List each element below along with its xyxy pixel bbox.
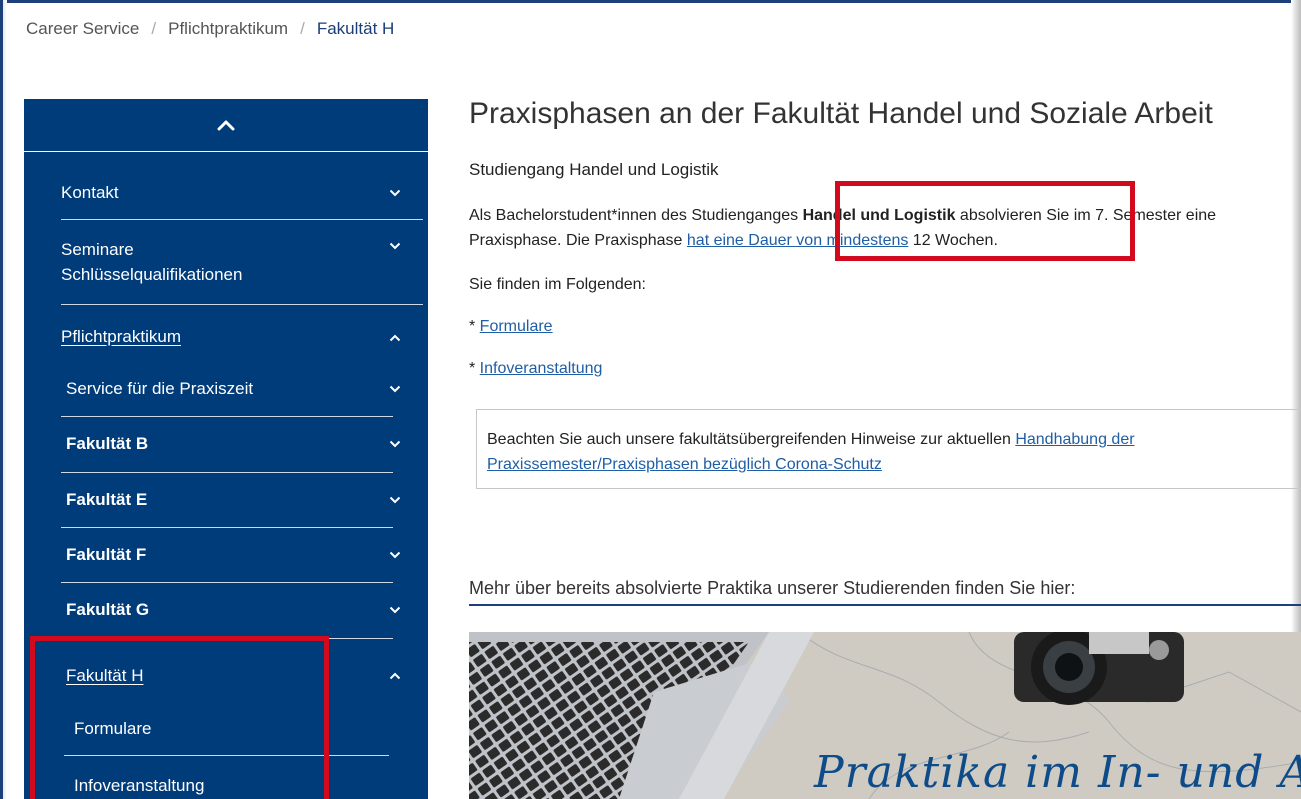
main-content: Praxisphasen an der Fakultät Handel und … (469, 0, 1301, 799)
highlight-box-sidebar (30, 636, 329, 799)
highlight-box-intro (835, 181, 1135, 261)
sidebar-item-fakultaet-e[interactable]: Fakultät E (61, 473, 401, 528)
chevron-up-icon (217, 120, 235, 131)
chevron-down-icon (389, 606, 401, 614)
banner-caption: Praktika im In- und Ausland (814, 747, 1301, 798)
sidebar-item-fakultaet-b[interactable]: Fakultät B (61, 417, 401, 473)
chevron-down-icon (389, 496, 401, 504)
sidebar-item-kontakt[interactable]: Kontakt (61, 168, 423, 220)
chevron-down-icon (389, 242, 401, 250)
sidebar-collapse-button[interactable] (24, 99, 428, 152)
list-item: * Infoveranstaltung (469, 360, 603, 377)
sidebar-item-label: Kontakt (61, 183, 119, 202)
chevron-down-icon (389, 551, 401, 559)
sidebar-item-seminare[interactable]: Seminare Schlüsselqualifikationen (61, 220, 423, 305)
formulare-link[interactable]: Formulare (480, 318, 553, 335)
breadcrumb-career-service[interactable]: Career Service (26, 19, 139, 38)
notice-box: Beachten Sie auch unsere fakultätsübergr… (476, 409, 1301, 489)
sidebar-item-label: Fakultät G (66, 600, 150, 619)
sidebar-item-fakultaet-f[interactable]: Fakultät F (61, 528, 401, 583)
praktika-banner-image[interactable]: Praktika im In- und Ausland (469, 632, 1301, 799)
breadcrumb-separator: / (300, 19, 305, 38)
chevron-down-icon (389, 440, 401, 448)
notice-text: Beachten Sie auch unsere fakultätsübergr… (487, 431, 1135, 473)
sidebar-item-service-praxiszeit[interactable]: Service für die Praxiszeit (61, 364, 401, 417)
page-title: Praxisphasen an der Fakultät Handel und … (469, 97, 1213, 130)
breadcrumb-separator: / (151, 19, 157, 38)
sidebar-item-label: Fakultät B (66, 434, 149, 453)
sidebar-item-label: Pflichtpraktikum (61, 327, 181, 346)
breadcrumb-pflichtpraktikum[interactable]: Pflichtpraktikum (168, 19, 288, 38)
chevron-down-icon (389, 189, 401, 197)
sidebar-item-fakultaet-g[interactable]: Fakultät G (61, 583, 401, 639)
breadcrumb-current: Fakultät H (316, 19, 395, 38)
sidebar-item-label: Fakultät F (66, 545, 147, 564)
heading-divider (469, 604, 1301, 606)
more-heading: Mehr über bereits absolvierte Praktika u… (469, 578, 1076, 598)
infoveranstaltung-link[interactable]: Infoveranstaltung (480, 360, 603, 377)
section-subtitle: Studiengang Handel und Logistik (469, 160, 719, 179)
sidebar-item-label: Fakultät E (66, 490, 148, 509)
window-left-border (0, 0, 7, 799)
breadcrumb: Career Service / Pflichtpraktikum / Fakultät… (26, 19, 394, 39)
sidebar-item-label: Seminare Schlüsselqualifikationen (61, 240, 243, 284)
sidebar-item-pflichtpraktikum[interactable]: Pflichtpraktikum (61, 305, 423, 367)
following-text: Sie finden im Folgenden: (469, 276, 646, 293)
chevron-up-icon (389, 672, 401, 680)
chevron-down-icon (389, 385, 401, 393)
list-item: * Formulare (469, 318, 553, 335)
chevron-up-icon (389, 334, 401, 342)
sidebar-item-label: Service für die Praxiszeit (66, 379, 254, 398)
